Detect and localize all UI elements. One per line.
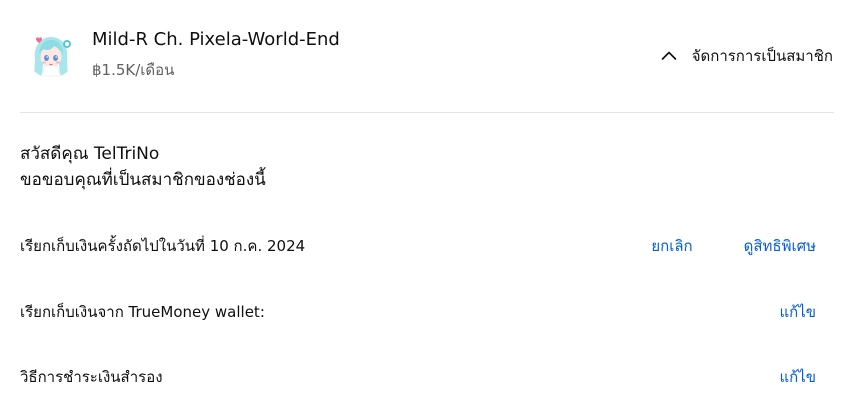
payment-method-row: เรียกเก็บเงินจาก TrueMoney wallet: แก้ไข bbox=[20, 297, 816, 327]
backup-payment-label: วิธีการชำระเงินสำรอง bbox=[20, 368, 163, 386]
next-billing-row: เรียกเก็บเงินครั้งถัดไปในวันที่ 10 ก.ค. … bbox=[20, 231, 816, 261]
manage-membership-button[interactable]: จัดการการเป็นสมาชิก bbox=[660, 38, 833, 74]
membership-page: Mild-R Ch. Pixela-World-End ฿1.5K/เดือน … bbox=[0, 0, 853, 411]
cancel-membership-link[interactable]: ยกเลิก bbox=[651, 234, 692, 258]
section-divider bbox=[20, 112, 834, 113]
thanks-line: ขอขอบคุณที่เป็นสมาชิกของช่องนี้ bbox=[20, 170, 266, 190]
chevron-up-icon bbox=[661, 51, 677, 60]
greeting-block: สวัสดีคุณ TelTriNo ขอขอบคุณที่เป็นสมาชิก… bbox=[20, 141, 266, 193]
channel-name[interactable]: Mild-R Ch. Pixela-World-End bbox=[92, 28, 340, 52]
payment-method-label: เรียกเก็บเงินจาก TrueMoney wallet: bbox=[20, 303, 265, 321]
edit-backup-payment-link[interactable]: แก้ไข bbox=[779, 365, 816, 389]
backup-payment-row: วิธีการชำระเงินสำรอง แก้ไข bbox=[20, 362, 816, 392]
greeting-line: สวัสดีคุณ TelTriNo bbox=[20, 144, 160, 164]
next-billing-label: เรียกเก็บเงินครั้งถัดไปในวันที่ 10 ก.ค. … bbox=[20, 237, 306, 255]
avatar-illustration-icon bbox=[27, 30, 75, 78]
channel-avatar[interactable] bbox=[27, 30, 75, 78]
view-perks-link[interactable]: ดูสิทธิพิเศษ bbox=[744, 234, 816, 258]
manage-membership-label: จัดการการเป็นสมาชิก bbox=[691, 47, 833, 65]
membership-header: Mild-R Ch. Pixela-World-End ฿1.5K/เดือน … bbox=[0, 0, 853, 112]
edit-payment-link[interactable]: แก้ไข bbox=[779, 300, 816, 324]
membership-price: ฿1.5K/เดือน bbox=[92, 61, 175, 79]
